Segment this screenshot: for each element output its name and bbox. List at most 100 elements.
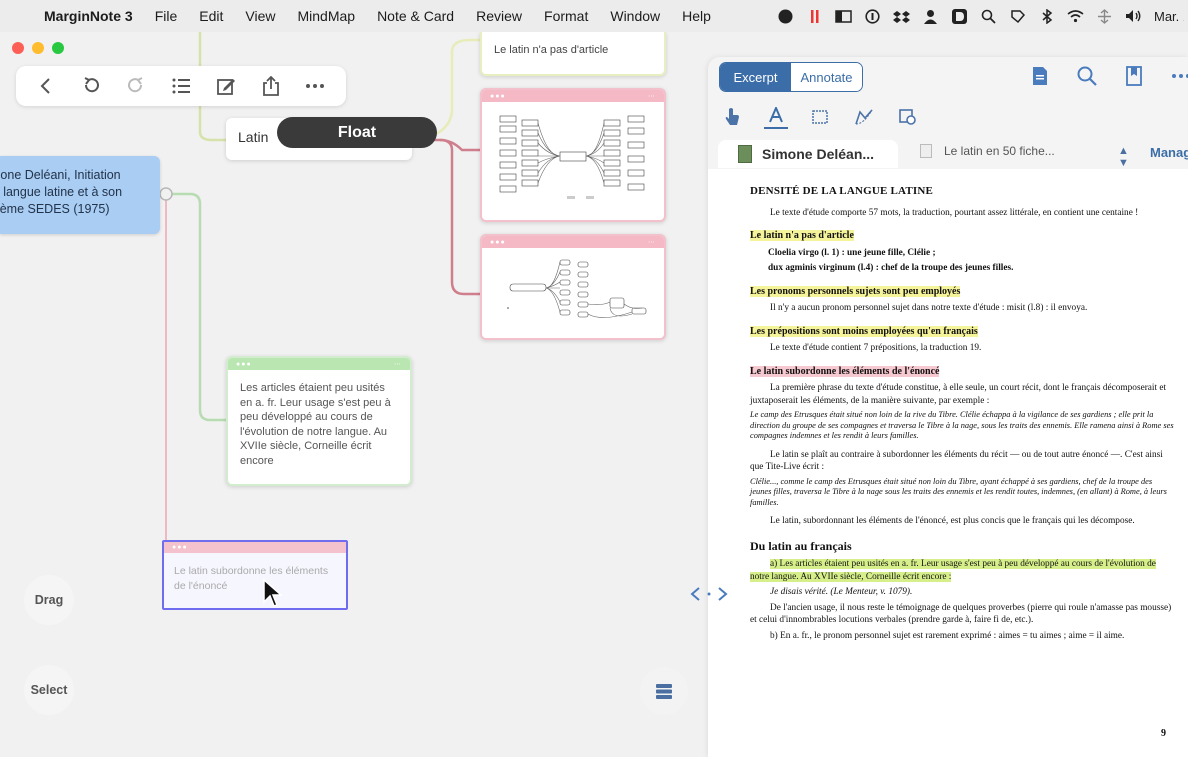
menu-view[interactable]: View [245, 8, 275, 24]
highlight-5-green[interactable]: a) Les articles étaient peu usités en a.… [750, 559, 1156, 582]
globe-icon[interactable] [777, 8, 794, 25]
card-dots-icon[interactable]: ●●● [236, 361, 252, 368]
volume-icon[interactable] [1125, 8, 1142, 25]
section-5-a: a) Les articles étaient peu usités en a.… [750, 558, 1174, 583]
highlight-3[interactable]: Les prépositions sont moins employées qu… [750, 325, 978, 337]
stack-menu-button[interactable] [640, 667, 688, 715]
section-4-example-1: Le camp des Etrusques était situé non lo… [750, 410, 1174, 440]
split-resize-handle[interactable] [683, 578, 735, 610]
pause-icon[interactable] [806, 8, 823, 25]
excerpt-mode-tab[interactable]: Excerpt [720, 63, 791, 91]
section-5-b: b) En a. fr., le pronom personnel sujet … [770, 630, 1125, 641]
bluetooth-icon[interactable] [1038, 8, 1055, 25]
card-dots-icon[interactable]: ●●● [490, 239, 506, 246]
search-icon[interactable] [980, 8, 997, 25]
menu-edit[interactable]: Edit [199, 8, 223, 24]
person-icon[interactable] [922, 8, 939, 25]
d-app-icon[interactable] [951, 8, 968, 25]
page-title: DENSITÉ DE LA LANGUE LATINE [750, 185, 934, 197]
wifi-icon[interactable] [1067, 8, 1084, 25]
document-icon[interactable] [1029, 65, 1051, 87]
window-controls [12, 42, 64, 54]
text-select-tool-icon[interactable] [764, 105, 788, 129]
card-dots-icon[interactable]: ●●● [490, 93, 506, 100]
section-4-paragraph-2: Le latin se plaît au contraire à subordo… [750, 449, 1163, 473]
book-cover-icon [738, 145, 752, 163]
stack-icon [656, 684, 672, 699]
card-dots-icon[interactable]: ●●● [172, 544, 188, 551]
page-thumb-icon [920, 144, 932, 158]
annotate-mode-tab[interactable]: Annotate [791, 63, 862, 91]
menu-window[interactable]: Window [610, 8, 660, 24]
highlight-1[interactable]: Le latin n'a pas d'article [750, 230, 854, 241]
mouse-cursor-icon [263, 578, 283, 607]
note-card-selected[interactable]: ●●● Le latin subordonne les éléments de … [162, 540, 348, 610]
card-expand-icon[interactable]: ⋯ [648, 238, 656, 246]
section-5-quote: Je disais vérité. (Le Menteur, v. 1079). [770, 587, 913, 597]
card-header: ●●● ⋯ [482, 236, 664, 248]
more-icon[interactable] [301, 72, 329, 100]
card-expand-icon[interactable]: ⋯ [648, 92, 656, 100]
tag-icon[interactable] [1009, 8, 1026, 25]
edit-note-icon[interactable] [212, 72, 240, 100]
mindmap-image-card-1[interactable]: ●●● ⋯ [480, 88, 666, 222]
close-window-button[interactable] [12, 42, 24, 54]
node-source-book[interactable]: mone Deléani, Initiation la langue latin… [0, 156, 160, 234]
document-tab-2-title: Le latin en 50 fiche... [944, 144, 1055, 158]
highlight-2[interactable]: Les pronoms personnels sujets sont peu e… [750, 285, 961, 297]
mindmap-thumbnail [499, 115, 645, 199]
outline-list-icon[interactable] [167, 72, 195, 100]
float-button[interactable]: Float [277, 117, 437, 148]
document-tab-2[interactable]: Le latin en 50 fiche... [920, 144, 1055, 158]
highlight-4-selected[interactable]: Le latin subordonne les éléments de l'én… [750, 365, 940, 377]
drag-mode-button[interactable]: Drag [24, 575, 74, 625]
intro-paragraph: Le texte d'étude comporte 57 mots, la tr… [770, 207, 1139, 218]
manage-button[interactable]: Manag [1150, 145, 1188, 160]
bookmark-icon[interactable] [1123, 65, 1145, 87]
minimize-window-button[interactable] [32, 42, 44, 54]
note-card-articles[interactable]: ●●● ⋯ Les articles étaient peu usités en … [226, 356, 412, 486]
section-heading-3: Les prépositions sont moins employées qu… [750, 325, 1174, 339]
mindmap-image-card-2[interactable]: ●●● ⋯ [480, 234, 666, 340]
document-top-icons [1029, 65, 1188, 87]
menu-note-card[interactable]: Note & Card [377, 8, 454, 24]
macos-menu-bar: MarginNote 3 File Edit View MindMap Note… [0, 0, 1188, 32]
share-icon[interactable] [257, 72, 285, 100]
info-icon[interactable] [864, 8, 881, 25]
undo-icon[interactable] [77, 72, 105, 100]
zoom-window-button[interactable] [52, 42, 64, 54]
node-source-line-2: la langue latine et à son [0, 185, 123, 199]
dropbox-icon[interactable] [893, 8, 910, 25]
annotation-tools [720, 105, 920, 129]
document-tab-active[interactable]: Simone Deléan... [718, 140, 898, 168]
split-arrows-icon [690, 587, 728, 601]
lasso-tool-icon[interactable] [852, 105, 876, 129]
example-line-2: dux agminis virginum (l.4) : chef de la … [768, 263, 1014, 273]
menu-help[interactable]: Help [682, 8, 711, 24]
pdf-page[interactable]: DENSITÉ DE LA LANGUE LATINE Le texte d'é… [708, 169, 1188, 757]
menu-review[interactable]: Review [476, 8, 522, 24]
rectangle-select-tool-icon[interactable] [808, 105, 832, 129]
screenshot-tool-icon[interactable] [896, 105, 920, 129]
search-document-icon[interactable] [1076, 65, 1098, 87]
app-menu[interactable]: MarginNote 3 [44, 8, 133, 24]
window-icon[interactable] [835, 8, 852, 25]
menu-format[interactable]: Format [544, 8, 588, 24]
hand-tool-icon[interactable] [720, 105, 744, 129]
back-icon[interactable] [32, 72, 60, 100]
menu-file[interactable]: File [155, 8, 178, 24]
network-icon[interactable] [1096, 8, 1113, 25]
section-5-paragraph: De l'ancien usage, il nous reste le témo… [750, 602, 1172, 626]
section-text-3: Le texte d'étude contient 7 prépositions… [770, 343, 982, 353]
more-options-icon[interactable] [1170, 65, 1188, 87]
section-4-example-2: Clélie..., comme le camp des Etrusques é… [750, 476, 1167, 507]
menu-clock[interactable]: Mar. 1 [1154, 9, 1184, 24]
tab-switch-icon[interactable]: ▲ ▼ [1118, 145, 1129, 169]
redo-icon[interactable] [122, 72, 150, 100]
card-expand-icon[interactable]: ⋯ [394, 360, 402, 368]
select-mode-button[interactable]: Select [24, 665, 74, 715]
page-number: 9 [1161, 727, 1166, 739]
node-no-article[interactable]: Le latin n'a pas d'article [480, 32, 666, 76]
menu-mindmap[interactable]: MindMap [297, 8, 355, 24]
document-panel: Excerpt Annotate Simone Deléan... Le lat… [708, 57, 1188, 757]
